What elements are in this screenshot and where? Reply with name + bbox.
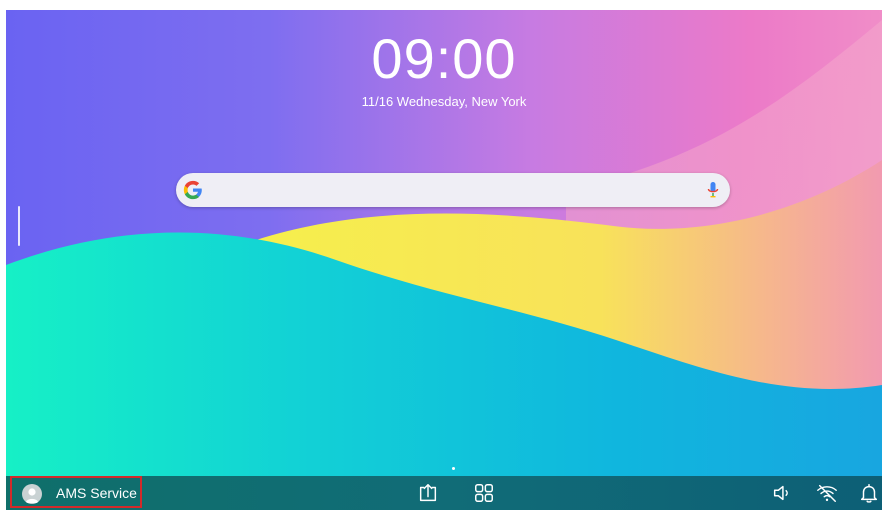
apps-grid-icon[interactable] xyxy=(473,482,495,504)
google-g-icon xyxy=(183,180,202,200)
wifi-off-icon[interactable] xyxy=(816,482,838,504)
page-indicator-dot xyxy=(452,467,455,470)
microphone-icon[interactable] xyxy=(706,181,720,199)
notification-bell-icon[interactable] xyxy=(858,482,880,504)
user-account-button[interactable]: AMS Service xyxy=(10,476,142,508)
taskbar: AMS Service xyxy=(6,476,882,510)
avatar-icon xyxy=(22,484,42,504)
date-location: 11/16 Wednesday, New York xyxy=(361,94,527,109)
left-edge-handle[interactable] xyxy=(18,206,20,246)
clock-time: 09:00 xyxy=(371,27,517,90)
search-bar[interactable] xyxy=(176,173,730,207)
home-screen: 09:00 11/16 Wednesday, New York AMS Serv… xyxy=(6,10,882,510)
user-label: AMS Service xyxy=(56,485,137,501)
screen-share-icon[interactable] xyxy=(417,482,439,504)
volume-icon[interactable] xyxy=(771,482,793,504)
